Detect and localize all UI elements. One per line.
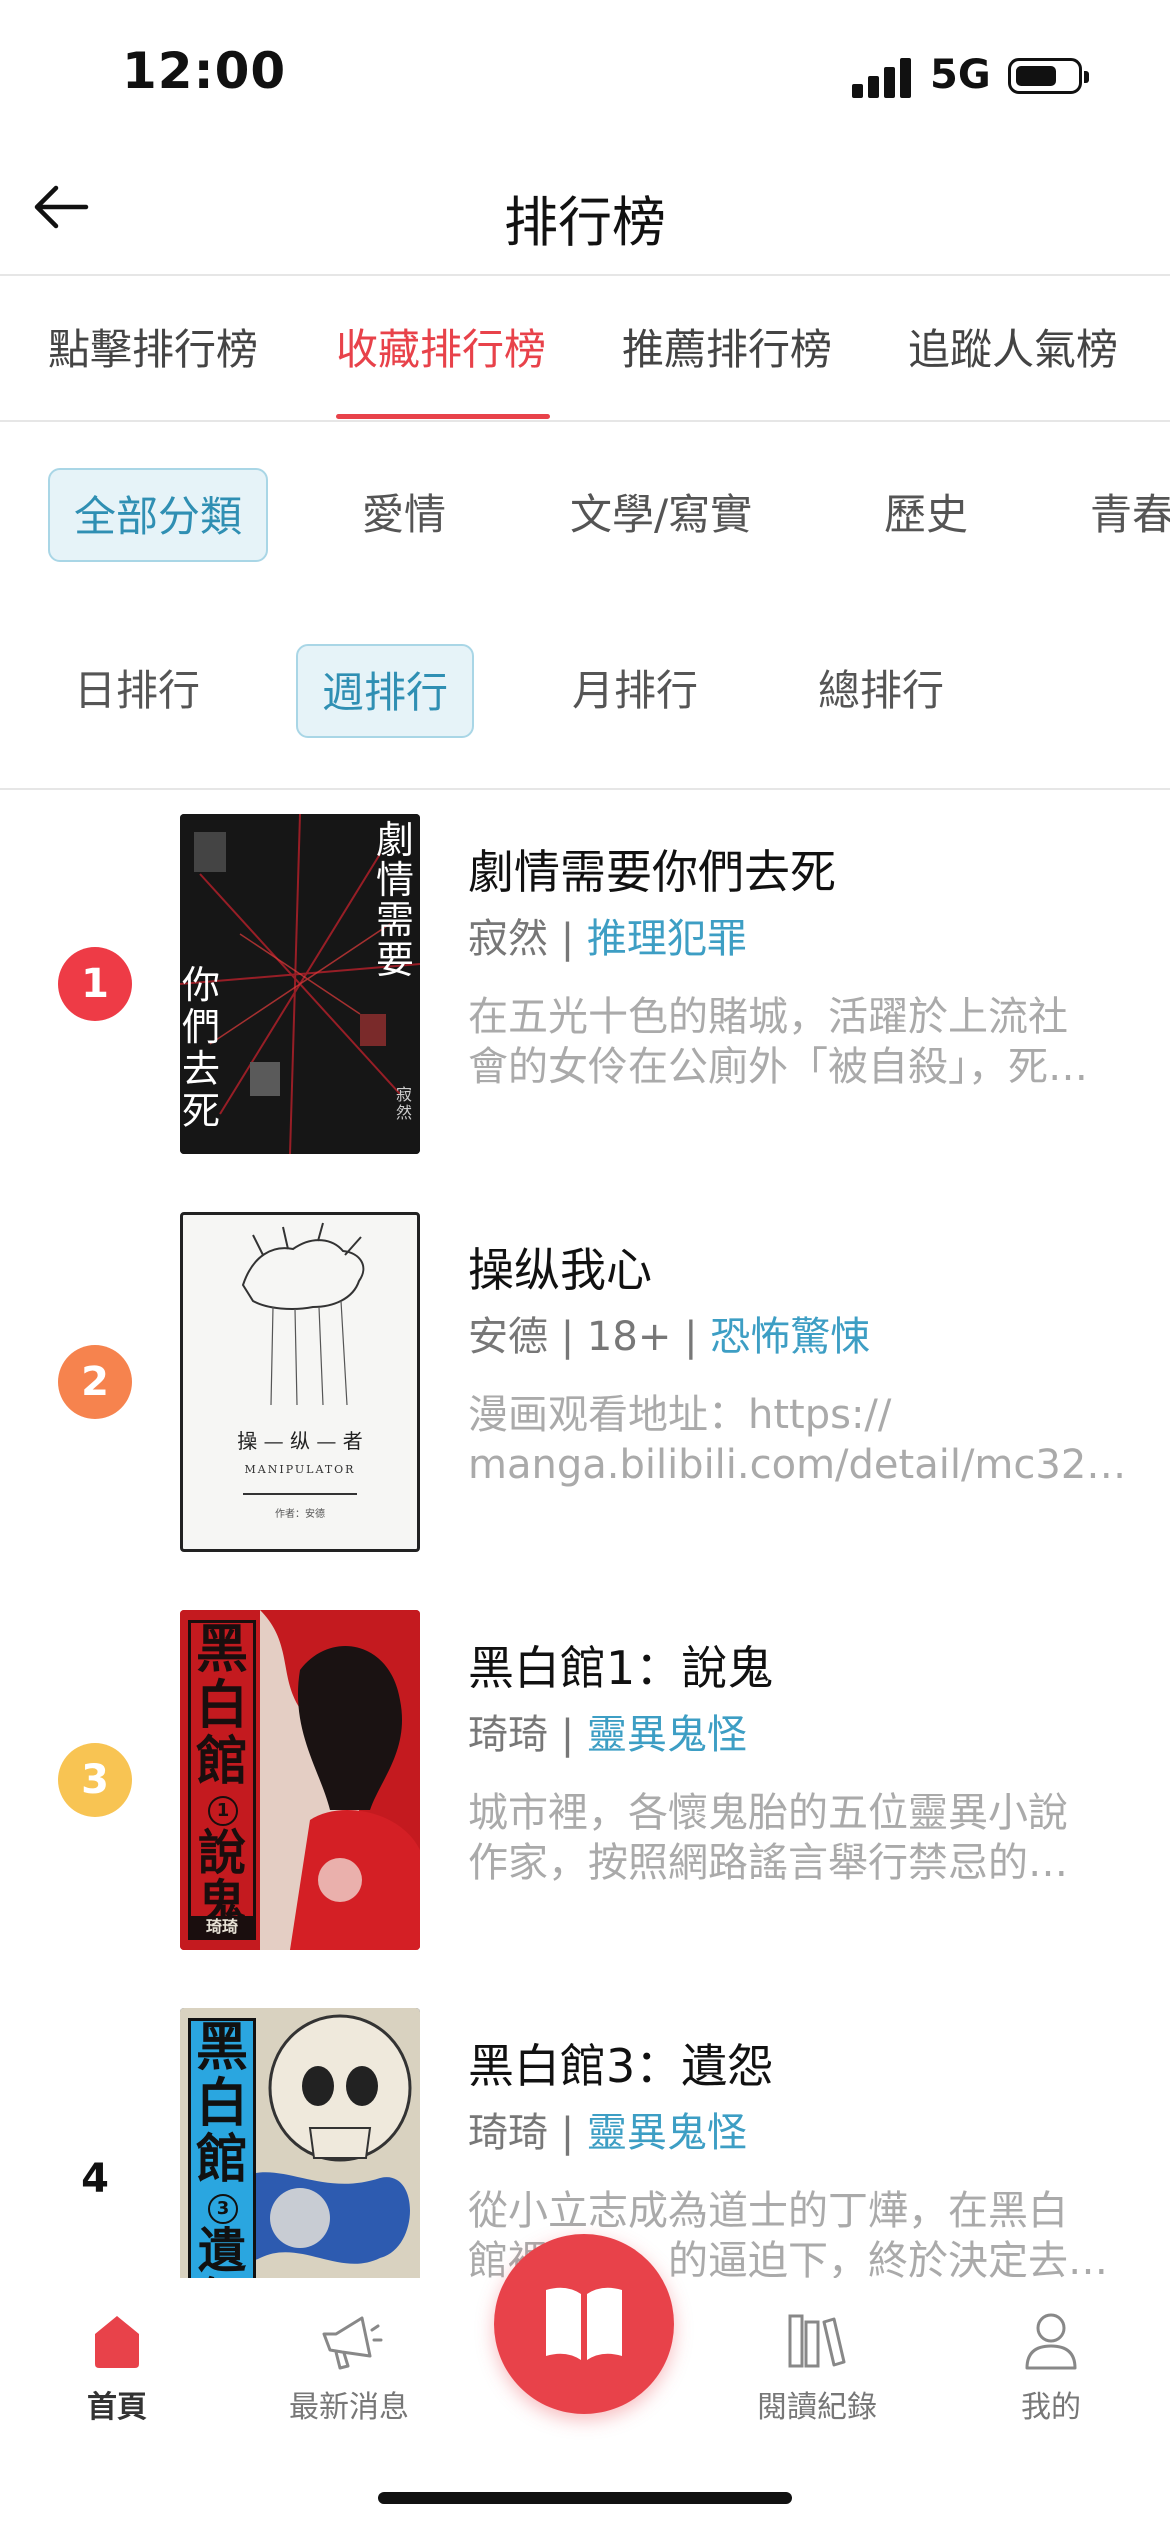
megaphone-icon xyxy=(322,2316,383,2370)
book-genre[interactable]: 推理犯罪 xyxy=(587,916,747,962)
category-youth[interactable]: 青春 xyxy=(1090,468,1170,562)
cover-subtitle: MANIPULATOR xyxy=(244,1463,356,1476)
tab-label: 閱讀紀錄 xyxy=(757,2390,877,2425)
meta-separator: | xyxy=(684,1314,698,1360)
book-author[interactable]: 安德 xyxy=(468,1314,548,1360)
period-total[interactable]: 總排行 xyxy=(818,644,944,738)
book-meta: 琦琦 | 靈異鬼怪 xyxy=(468,2100,747,2158)
cover-rule xyxy=(243,1493,357,1495)
category-all[interactable]: 全部分類 xyxy=(48,468,268,562)
book-item[interactable]: 1 劇情需要 你們去死 寂然 劇情需要你們去死 寂然 | 推理犯罪 在五光十色的… xyxy=(0,814,1170,1154)
rank-badge: 1 xyxy=(58,947,132,1021)
meta-separator: | xyxy=(560,2110,575,2156)
book-genre[interactable]: 靈異鬼怪 xyxy=(587,2110,747,2156)
book-cover[interactable]: 黑白館 1 說鬼 琦琦 xyxy=(180,1610,420,1950)
home-icon xyxy=(95,2316,139,2368)
book-author[interactable]: 寂然 xyxy=(468,916,548,962)
book-description: 在五光十色的賭城，活躍於上流社 會的女伶在公廁外「被自殺」，死… xyxy=(468,992,1128,1092)
rank-badge: 2 xyxy=(58,1345,132,1419)
cover-volume: 3 xyxy=(208,2194,238,2224)
category-literature[interactable]: 文學/寫實 xyxy=(570,468,752,562)
cover-title: 黑白館 xyxy=(195,2017,248,2190)
period-filter: 日排行 週排行 月排行 總排行 xyxy=(0,644,1170,744)
tab-news[interactable]: 最新消息 xyxy=(274,2308,424,2426)
meta-separator: | xyxy=(560,1314,575,1360)
book-title[interactable]: 黑白館1：說鬼 xyxy=(468,1632,773,1698)
book-meta: 安德 | 18+ | 恐怖驚悚 xyxy=(468,1304,870,1362)
meta-separator: | xyxy=(560,1712,575,1758)
description-line: 在五光十色的賭城，活躍於上流社 xyxy=(468,994,1068,1040)
cover-title-left: 你們去死 xyxy=(182,963,221,1133)
book-title[interactable]: 劇情需要你們去死 xyxy=(468,836,836,902)
tab-label: 最新消息 xyxy=(289,2390,409,2425)
books-icon xyxy=(788,2314,846,2368)
period-weekly[interactable]: 週排行 xyxy=(296,644,474,738)
status-time: 12:00 xyxy=(122,42,287,100)
home-indicator xyxy=(378,2492,792,2504)
book-description: 城市裡，各懷鬼胎的五位靈異小說 作家，按照網路謠言舉行禁忌的… xyxy=(468,1788,1128,1888)
tab-favorite-ranking[interactable]: 收藏排行榜 xyxy=(336,316,546,377)
description-line: 作家，按照網路謠言舉行禁忌的… xyxy=(468,1840,1068,1886)
signal-icon xyxy=(852,56,914,98)
book-author[interactable]: 琦琦 xyxy=(468,2110,548,2156)
status-bar: 12:00 5G xyxy=(0,0,1170,150)
page-title: 排行榜 xyxy=(504,191,666,254)
user-icon xyxy=(1025,2313,1077,2370)
network-type: 5G xyxy=(930,52,991,98)
cover-title-right: 劇情需要 xyxy=(376,818,415,982)
book-description: 漫画观看地址：https:// manga.bilibili.com/detai… xyxy=(468,1390,1128,1490)
description-line: 從小立志成為道士的丁燁，在黑白 xyxy=(468,2188,1068,2234)
cover-volume: 1 xyxy=(208,1796,238,1826)
tab-click-ranking[interactable]: 點擊排行榜 xyxy=(48,316,258,377)
tab-recommend-ranking[interactable]: 推薦排行榜 xyxy=(622,316,832,377)
description-line: 城市裡，各懷鬼胎的五位靈異小說 xyxy=(468,1790,1068,1836)
nav-bar: 排行榜 xyxy=(0,150,1170,276)
category-filter: 全部分類 愛情 文學/寫實 歷史 青春 xyxy=(0,468,1170,568)
tab-home[interactable]: 首頁 xyxy=(42,2308,192,2426)
tab-label: 首頁 xyxy=(87,2390,147,2425)
book-title[interactable]: 黑白館3：遺怨 xyxy=(468,2030,773,2096)
battery-icon xyxy=(1008,58,1089,94)
book-cover[interactable]: 操 — 纵 — 者 MANIPULATOR 作者：安德 xyxy=(180,1212,420,1552)
description-line: 會的女伶在公廁外「被自殺」，死… xyxy=(468,1044,1088,1090)
book-item[interactable]: 3 黑白館 1 說鬼 琦琦 黑白館1：說鬼 琦琦 | 靈異鬼怪 城市裡，各懷鬼胎… xyxy=(0,1610,1170,1950)
cover-author: 琦琦 xyxy=(190,1916,254,1938)
tab-profile[interactable]: 我的 xyxy=(976,2308,1126,2426)
rank-number: 4 xyxy=(81,2156,109,2202)
tab-reading-history[interactable]: 閱讀紀錄 xyxy=(742,2308,892,2426)
open-book-icon xyxy=(546,2287,622,2360)
book-cover[interactable]: 劇情需要 你們去死 寂然 xyxy=(180,814,420,1154)
ranking-tabs: 點擊排行榜 收藏排行榜 推薦排行榜 追蹤人氣榜 xyxy=(0,276,1170,422)
book-genre[interactable]: 靈異鬼怪 xyxy=(587,1712,747,1758)
period-monthly[interactable]: 月排行 xyxy=(572,644,698,738)
book-item[interactable]: 2 操 — 纵 — 者 MANIPULATOR 作者：安德 操纵我心 安德 | … xyxy=(0,1212,1170,1552)
cover-subtitle: 說鬼 xyxy=(197,1825,246,1931)
book-cover[interactable]: 黑白館 3 遺怨 xyxy=(180,2008,420,2278)
list-divider xyxy=(0,788,1170,790)
cover-author: 寂然 xyxy=(396,1085,413,1122)
category-history[interactable]: 歷史 xyxy=(884,468,968,562)
rank-badge: 3 xyxy=(58,1743,132,1817)
book-rating: 18+ xyxy=(586,1314,672,1360)
book-title[interactable]: 操纵我心 xyxy=(468,1234,652,1300)
tab-label: 我的 xyxy=(1021,2390,1081,2425)
description-line: 漫画观看地址：https:// xyxy=(468,1392,892,1438)
active-tab-indicator xyxy=(336,414,550,419)
category-romance[interactable]: 愛情 xyxy=(362,468,446,562)
cover-title: 操 — 纵 — 者 xyxy=(237,1429,363,1453)
read-book-button[interactable] xyxy=(494,2234,674,2414)
cover-title: 黑白館 xyxy=(195,1619,248,1792)
description-line: manga.bilibili.com/detail/mc324… xyxy=(468,1442,1128,1488)
book-meta: 寂然 | 推理犯罪 xyxy=(468,906,747,964)
tab-follow-ranking[interactable]: 追蹤人氣榜 xyxy=(908,316,1118,377)
meta-separator: | xyxy=(560,916,575,962)
cover-author: 作者：安德 xyxy=(275,1509,325,1520)
book-meta: 琦琦 | 靈異鬼怪 xyxy=(468,1702,747,1760)
book-author[interactable]: 琦琦 xyxy=(468,1712,548,1758)
period-daily[interactable]: 日排行 xyxy=(74,644,200,738)
cover-subtitle: 遺怨 xyxy=(197,2223,246,2278)
book-genre[interactable]: 恐怖驚悚 xyxy=(710,1314,870,1360)
